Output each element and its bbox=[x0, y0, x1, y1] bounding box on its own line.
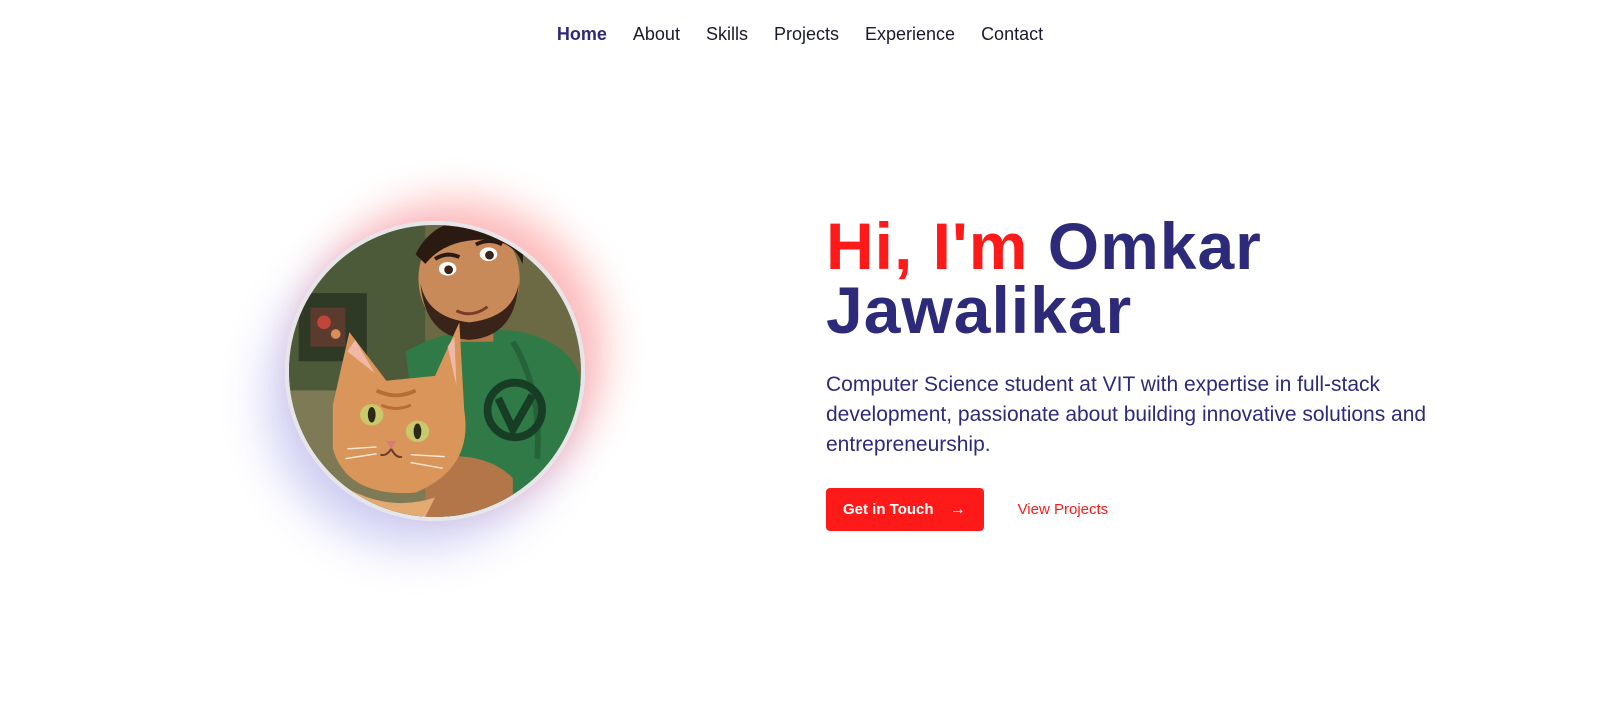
arrow-right-icon: → bbox=[949, 500, 966, 518]
view-projects-link[interactable]: View Projects bbox=[1018, 501, 1109, 518]
profile-illustration bbox=[289, 225, 581, 517]
main-nav: Home About Skills Projects Experience Co… bbox=[0, 20, 1600, 48]
hero-greeting: Hi, I'm bbox=[826, 209, 1029, 283]
profile-avatar bbox=[285, 221, 585, 521]
hero-actions: Get in Touch → View Projects bbox=[826, 488, 1466, 531]
hero-last-name: Jawalikar bbox=[826, 273, 1133, 347]
nav-link-home[interactable]: Home bbox=[557, 20, 607, 48]
nav-link-skills[interactable]: Skills bbox=[706, 20, 748, 48]
nav-link-experience[interactable]: Experience bbox=[865, 20, 955, 48]
nav-link-projects[interactable]: Projects bbox=[774, 20, 839, 48]
page: Home About Skills Projects Experience Co… bbox=[0, 0, 1600, 717]
get-in-touch-button[interactable]: Get in Touch → bbox=[826, 488, 984, 531]
nav-link-about[interactable]: About bbox=[633, 20, 680, 48]
get-in-touch-label: Get in Touch bbox=[843, 501, 934, 518]
hero-heading: Hi, I'm Omkar Jawalikar bbox=[826, 213, 1466, 343]
nav-link-contact[interactable]: Contact bbox=[981, 20, 1043, 48]
hero-description: Computer Science student at VIT with exp… bbox=[826, 373, 1427, 456]
hero-section: Hi, I'm Omkar Jawalikar Computer Science… bbox=[826, 213, 1466, 531]
hero-first-name: Omkar bbox=[1047, 209, 1262, 283]
